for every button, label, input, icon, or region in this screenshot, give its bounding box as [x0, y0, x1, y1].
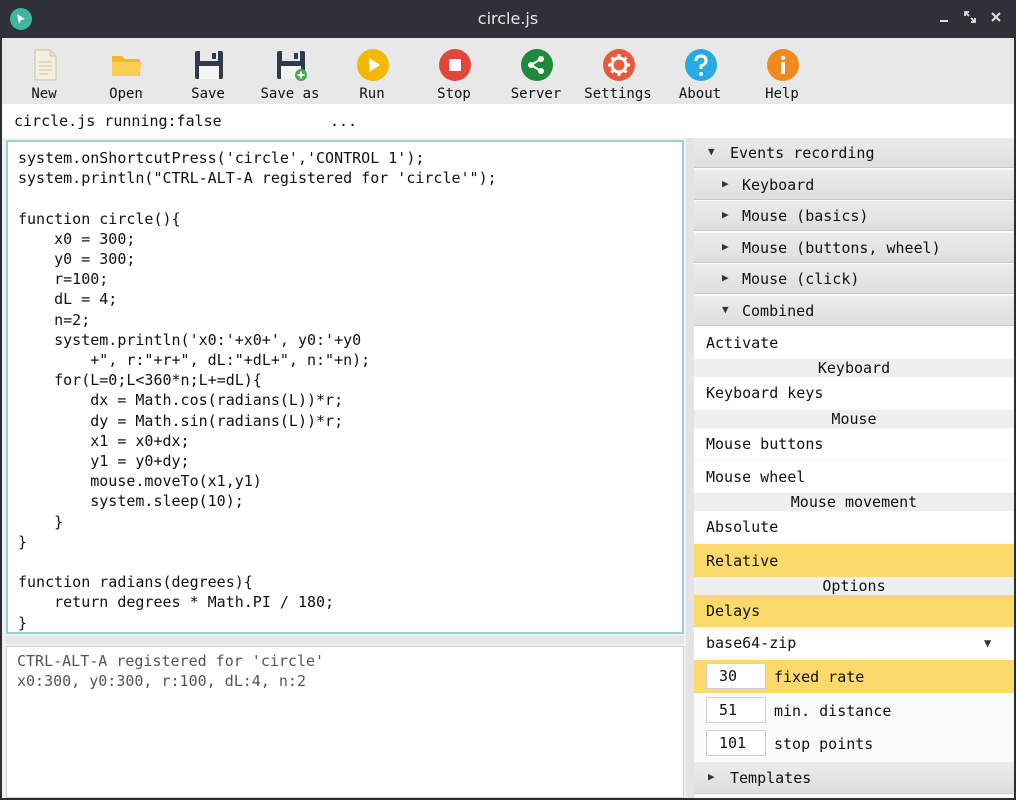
mouse-buttons-wheel-pane[interactable]: ▶ Mouse (buttons, wheel) [694, 233, 1014, 263]
title-bar: circle.js [0, 0, 1016, 38]
chevron-right-icon: ▶ [722, 177, 729, 190]
min-distance-label: min. distance [774, 702, 892, 720]
activate-toggle[interactable]: Activate [694, 328, 1014, 358]
mouse-section-header: Mouse [694, 410, 1014, 428]
save-as-button[interactable]: Save as [250, 46, 330, 104]
fixed-rate-row: 30 fixed rate [694, 660, 1014, 693]
min-distance-row: 51 min. distance [694, 694, 1014, 727]
chevron-right-icon: ▶ [708, 770, 715, 783]
keyboard-keys-label: Keyboard keys [706, 384, 824, 402]
floppy-disk-icon [195, 51, 223, 79]
about-button[interactable]: About [660, 46, 740, 104]
code-editor[interactable]: system.onShortcutPress('circle','CONTROL… [6, 140, 684, 634]
absolute-toggle[interactable]: Absolute [694, 512, 1014, 542]
open-label: Open [109, 86, 143, 102]
settings-label: Settings [584, 86, 652, 102]
console-text: CTRL-ALT-A registered for 'circle' x0:30… [17, 652, 325, 691]
encoding-value: base64-zip [706, 634, 797, 652]
fixed-rate-input[interactable]: 30 [706, 663, 766, 689]
templates-title: Templates [730, 769, 812, 787]
stop-points-row: 101 stop points [694, 727, 1014, 760]
server-label: Server [510, 86, 562, 102]
question-icon [685, 49, 717, 81]
min-distance-input[interactable]: 51 [706, 697, 766, 723]
settings-button[interactable]: Settings [578, 46, 658, 104]
delays-toggle[interactable]: Delays [694, 595, 1014, 627]
help-label: Help [765, 86, 799, 102]
stop-points-input[interactable]: 101 [706, 730, 766, 756]
templates-pane[interactable]: ▶ Templates [694, 762, 1014, 794]
about-label: About [678, 86, 722, 102]
chevron-down-icon: ▼ [984, 636, 992, 650]
status-dots: ... [330, 112, 358, 130]
minimize-icon[interactable] [934, 8, 954, 28]
toolbar: New Open Save Save as Run Stop Server Se… [2, 38, 1014, 104]
info-icon [767, 49, 799, 81]
chevron-right-icon: ▶ [722, 240, 729, 253]
server-button[interactable]: Server [496, 46, 576, 104]
save-label: Save [191, 86, 225, 102]
maximize-icon[interactable] [960, 8, 980, 28]
mouse-buttons-wheel-title: Mouse (buttons, wheel) [742, 239, 941, 257]
events-panel: ▼ Events recording ▶ Keyboard ▶ Mouse (b… [694, 138, 1014, 798]
chevron-down-icon: ▼ [722, 303, 729, 316]
combined-pane[interactable]: ▼ Combined [694, 296, 1014, 326]
run-button[interactable]: Run [332, 46, 412, 104]
stop-button[interactable]: Stop [414, 46, 494, 104]
mouse-buttons-toggle[interactable]: Mouse buttons [694, 429, 1014, 459]
open-button[interactable]: Open [86, 46, 166, 104]
new-label: New [31, 86, 57, 102]
main-window: New Open Save Save as Run Stop Server Se… [2, 38, 1014, 798]
save-as-icon [277, 51, 307, 81]
stop-icon [439, 49, 471, 81]
keyboard-pane-title: Keyboard [742, 176, 815, 194]
keyboard-section-header: Keyboard [694, 359, 1014, 377]
new-button[interactable]: New [4, 46, 84, 104]
horizontal-splitter[interactable] [6, 636, 684, 644]
mouse-click-pane[interactable]: ▶ Mouse (click) [694, 264, 1014, 294]
chevron-right-icon: ▶ [722, 271, 729, 284]
mouse-basics-pane[interactable]: ▶ Mouse (basics) [694, 201, 1014, 231]
help-button[interactable]: Help [742, 46, 822, 104]
code-text[interactable]: system.onShortcutPress('circle','CONTROL… [8, 142, 682, 632]
save-button[interactable]: Save [168, 46, 248, 104]
activate-label: Activate [706, 334, 779, 352]
mouse-wheel-toggle[interactable]: Mouse wheel [694, 462, 1014, 492]
events-recording-pane[interactable]: ▼ Events recording [694, 138, 1014, 168]
mouse-wheel-label: Mouse wheel [706, 468, 806, 486]
keyboard-keys-toggle[interactable]: Keyboard keys [694, 378, 1014, 408]
events-recording-title: Events recording [730, 144, 875, 162]
console-output[interactable]: CTRL-ALT-A registered for 'circle' x0:30… [6, 646, 684, 798]
gear-icon [603, 49, 635, 81]
mouse-click-title: Mouse (click) [742, 270, 860, 288]
chevron-down-icon: ▼ [708, 145, 715, 158]
run-label: Run [359, 86, 385, 102]
close-icon[interactable] [986, 8, 1006, 28]
chevron-right-icon: ▶ [722, 208, 729, 221]
stop-label: Stop [437, 86, 471, 102]
fixed-rate-label: fixed rate [774, 668, 865, 686]
keyboard-pane[interactable]: ▶ Keyboard [694, 170, 1014, 200]
status-text: circle.js running:false [14, 112, 222, 130]
mouse-basics-title: Mouse (basics) [742, 207, 869, 225]
folder-icon [112, 56, 142, 76]
vertical-splitter[interactable] [686, 138, 694, 798]
window-title: circle.js [477, 9, 539, 28]
delays-label: Delays [706, 602, 761, 620]
new-file-icon [34, 49, 57, 81]
encoding-select[interactable]: base64-zip ▼ [694, 628, 1014, 658]
combined-title: Combined [742, 302, 815, 320]
save-as-label: Save as [260, 86, 320, 102]
stop-points-label: stop points [774, 735, 874, 753]
mouse-movement-section-header: Mouse movement [694, 493, 1014, 511]
options-section-header: Options [694, 577, 1014, 595]
mouse-buttons-label: Mouse buttons [706, 435, 824, 453]
relative-toggle[interactable]: Relative [694, 544, 1014, 577]
absolute-label: Absolute [706, 518, 779, 536]
play-icon [357, 49, 389, 81]
relative-label: Relative [706, 552, 779, 570]
network-icon [521, 49, 553, 81]
status-bar: circle.js running:false ... [2, 104, 1014, 138]
